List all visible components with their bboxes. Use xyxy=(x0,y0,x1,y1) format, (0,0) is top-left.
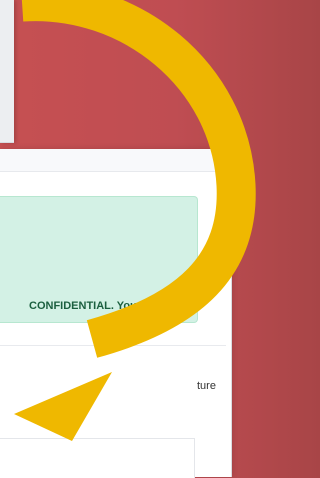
card-header xyxy=(0,149,231,172)
truncated-text: ture xyxy=(197,380,216,392)
content-card: CONFIDENTIAL. Your ture xyxy=(0,149,232,478)
divider xyxy=(0,345,226,346)
top-window-panel xyxy=(0,0,14,143)
bottom-field xyxy=(0,438,195,478)
confidential-alert: CONFIDENTIAL. Your xyxy=(0,196,198,323)
alert-text: CONFIDENTIAL. Your xyxy=(29,300,142,312)
